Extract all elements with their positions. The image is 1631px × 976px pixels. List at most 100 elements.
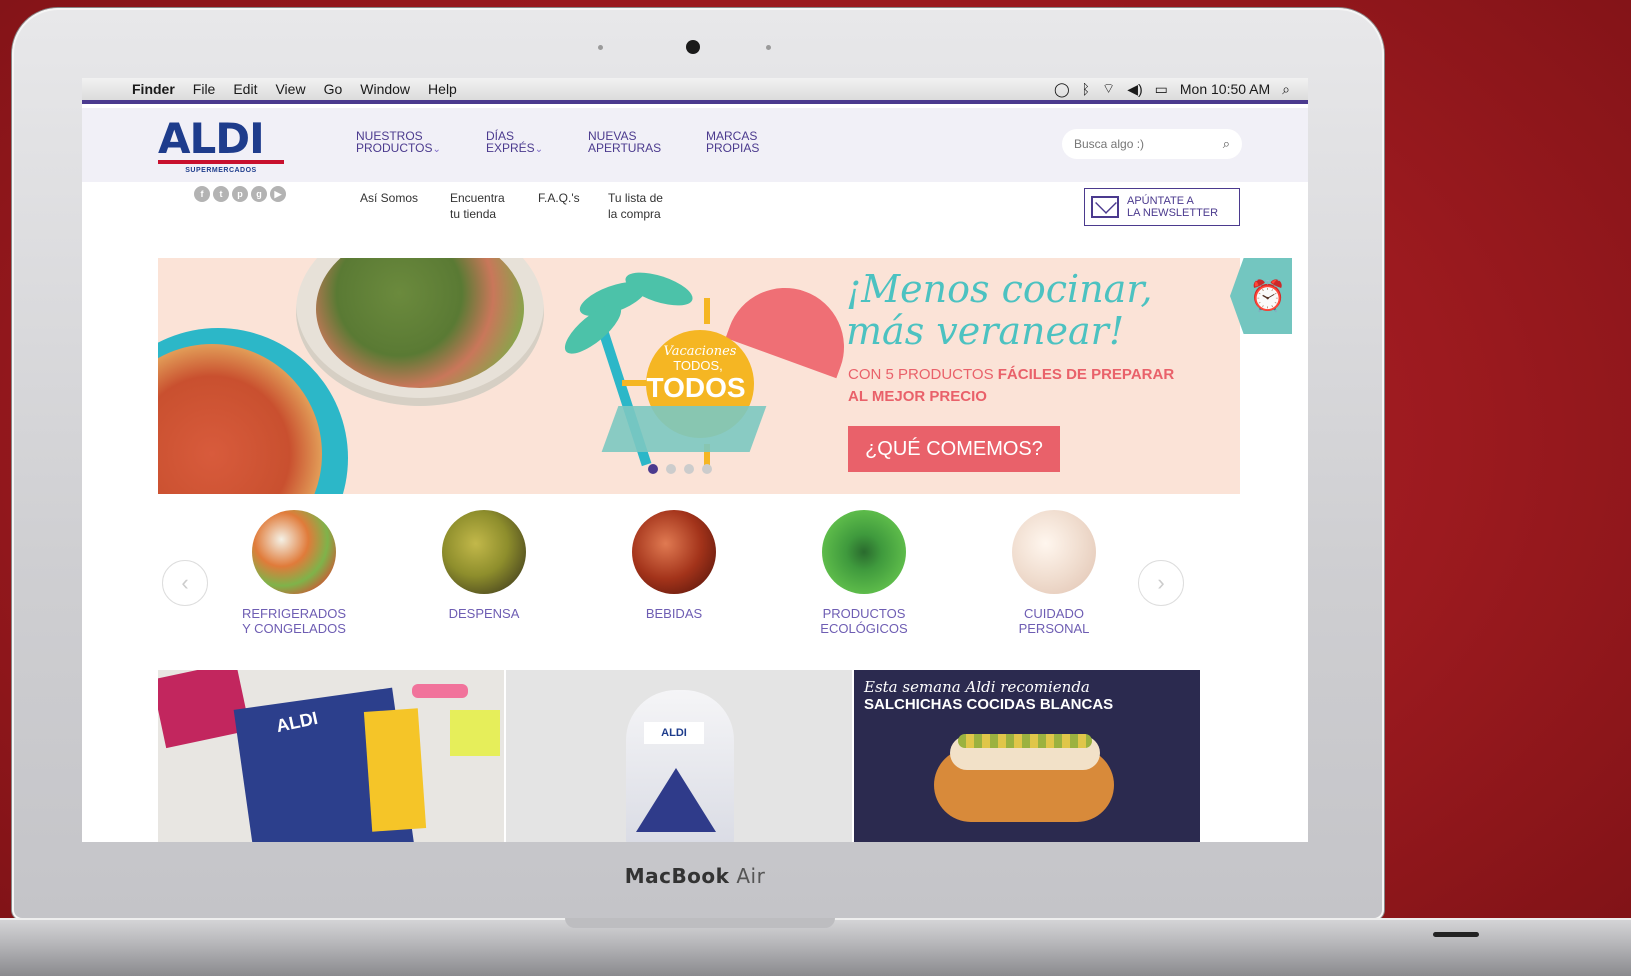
bezel-sensor: [598, 45, 603, 50]
logo-sub: SUPERMERCADOS: [185, 167, 257, 174]
category-label: PRODUCTOS: [822, 606, 906, 621]
palm-leaf: [621, 265, 697, 313]
sun-ray: [704, 298, 710, 324]
search-icon[interactable]: ⌕: [1223, 136, 1230, 152]
category-bebidas[interactable]: BEBIDAS: [594, 510, 754, 621]
subnav-label: Encuentra: [450, 191, 505, 205]
notification-icon[interactable]: ◯: [1054, 81, 1070, 98]
badge-todos-big: TODOS: [646, 372, 746, 403]
nav-nuevas-aperturas[interactable]: NUEVAS APERTURAS: [588, 130, 661, 154]
pinterest-icon[interactable]: p: [232, 186, 248, 202]
promo-weekly-recommendation[interactable]: Esta semana Aldi recomienda SALCHICHAS C…: [854, 670, 1200, 842]
nav-label: PRODUCTOS: [356, 141, 433, 155]
subnav-encuentra-tienda[interactable]: Encuentra tu tienda: [450, 190, 505, 222]
category-label: DESPENSA: [448, 606, 520, 621]
aldi-logo[interactable]: ALDI SUPERMERCADOS: [158, 118, 288, 174]
slider-dot[interactable]: [684, 464, 694, 474]
category-image: [822, 510, 906, 594]
menubar-clock[interactable]: Mon 10:50 AM: [1180, 81, 1270, 97]
category-image: [442, 510, 526, 594]
subnav-label: F.A.Q.'s: [538, 191, 580, 205]
menu-view[interactable]: View: [275, 81, 305, 97]
chevron-down-icon: ⌄: [534, 144, 544, 155]
category-label: BEBIDAS: [645, 606, 703, 621]
category-label: CUIDADO: [1024, 606, 1084, 621]
camera: [686, 40, 700, 54]
newsletter-button[interactable]: APÚNTATE A LA NEWSLETTER: [1084, 188, 1240, 226]
social-links: f t p g ▶: [194, 186, 286, 202]
volume-icon[interactable]: ◀): [1127, 81, 1142, 98]
nav-marcas-propias[interactable]: MARCAS PROPIAS: [706, 130, 759, 154]
hero-subtitle: CON 5 PRODUCTOS FÁCILES DE PREPARAR: [848, 366, 1228, 383]
battery-icon[interactable]: ▭: [1155, 81, 1168, 98]
hero-subtitle-part: CON 5 PRODUCTOS: [848, 366, 998, 383]
subnav-lista-compra[interactable]: Tu lista de la compra: [608, 190, 663, 222]
subnav-faqs[interactable]: F.A.Q.'s: [538, 190, 580, 206]
beach-chair: [601, 406, 767, 452]
category-label: ECOLÓGICOS: [820, 621, 908, 636]
category-label: PERSONAL: [1018, 621, 1090, 636]
carousel-prev-button[interactable]: ‹: [162, 560, 208, 606]
promo-title: SALCHICHAS COCIDAS BLANCAS: [864, 696, 1114, 713]
promo-cleaning-product[interactable]: ALDI: [506, 670, 852, 842]
googleplus-icon[interactable]: g: [251, 186, 267, 202]
category-despensa[interactable]: DESPENSA: [404, 510, 564, 621]
nav-nuestros-productos[interactable]: NUESTROS PRODUCTOS⌄: [356, 130, 441, 156]
category-cuidado-personal[interactable]: CUIDADO PERSONAL: [974, 510, 1134, 636]
promo-school-catalog[interactable]: ALDI: [158, 670, 504, 842]
laptop-notch: [565, 918, 835, 928]
hero-banner[interactable]: Vacaciones TODOS, TODOS ¡Menos cocinar, …: [158, 258, 1240, 494]
wifi-icon[interactable]: ⌔: [1102, 80, 1115, 98]
facebook-icon[interactable]: f: [194, 186, 210, 202]
search-placeholder: Busca algo :): [1074, 137, 1145, 151]
slider-dot[interactable]: [666, 464, 676, 474]
hero-title-line: ¡Menos cocinar,: [846, 267, 1153, 311]
nav-label: EXPRÉS: [486, 141, 535, 155]
subnav-label: Tu lista de: [608, 191, 663, 205]
menu-file[interactable]: File: [193, 81, 216, 97]
chevron-down-icon: ⌄: [432, 144, 441, 155]
subnav-asi-somos[interactable]: Así Somos: [360, 190, 418, 206]
category-image: [252, 510, 336, 594]
search-input[interactable]: Busca algo :) ⌕: [1062, 129, 1242, 159]
bezel-sensor: [766, 45, 771, 50]
chevron-left-icon: ‹: [181, 570, 189, 595]
subnav-label: tu tienda: [450, 207, 497, 221]
que-comemos-button[interactable]: ¿QUÉ COMEMOS?: [848, 426, 1060, 472]
site-header: ALDI SUPERMERCADOS NUESTROS PRODUCTOS⌄ D…: [82, 108, 1308, 182]
nav-dias-expres[interactable]: DÍAS EXPRÉS⌄: [486, 130, 543, 156]
youtube-icon[interactable]: ▶: [270, 186, 286, 202]
category-productos-ecologicos[interactable]: PRODUCTOS ECOLÓGICOS: [784, 510, 944, 636]
badge-todos-small: TODOS,: [673, 358, 723, 373]
newsletter-label: APÚNTATE A: [1127, 195, 1194, 207]
nav-label: APERTURAS: [588, 141, 662, 155]
category-image: [632, 510, 716, 594]
twitter-icon[interactable]: t: [213, 186, 229, 202]
screen: Finder File Edit View Go Window Help ◯ ᛒ…: [82, 78, 1308, 842]
envelope-icon: [1091, 196, 1119, 218]
hero-subtitle-bold: FÁCILES DE PREPARAR: [997, 366, 1175, 383]
device-brand: MacBook Air: [624, 864, 766, 888]
newsletter-label: LA NEWSLETTER: [1127, 207, 1219, 219]
menu-edit[interactable]: Edit: [233, 81, 257, 97]
spotlight-icon[interactable]: ⌕: [1282, 81, 1290, 98]
carousel-next-button[interactable]: ›: [1138, 560, 1184, 606]
menu-window[interactable]: Window: [360, 81, 410, 97]
slider-dot[interactable]: [648, 464, 658, 474]
sticky-note-image: [450, 710, 500, 756]
hotdog-topping: [958, 734, 1092, 748]
slider-dots: [648, 464, 712, 474]
menu-go[interactable]: Go: [324, 81, 343, 97]
subnav-label: Así Somos: [360, 191, 419, 205]
subnav-label: la compra: [608, 207, 661, 221]
logo-word: ALDI: [158, 114, 265, 163]
category-refrigerados[interactable]: REFRIGERADOS Y CONGELADOS: [214, 510, 374, 636]
menu-finder[interactable]: Finder: [132, 81, 175, 97]
promo-subtitle: Esta semana Aldi recomienda: [864, 678, 1090, 696]
slider-dot[interactable]: [702, 464, 712, 474]
menu-help[interactable]: Help: [428, 81, 457, 97]
category-image: [1012, 510, 1096, 594]
bluetooth-icon[interactable]: ᛒ: [1082, 81, 1090, 97]
category-label: REFRIGERADOS: [241, 606, 346, 621]
bottle-label: ALDI: [644, 722, 704, 744]
